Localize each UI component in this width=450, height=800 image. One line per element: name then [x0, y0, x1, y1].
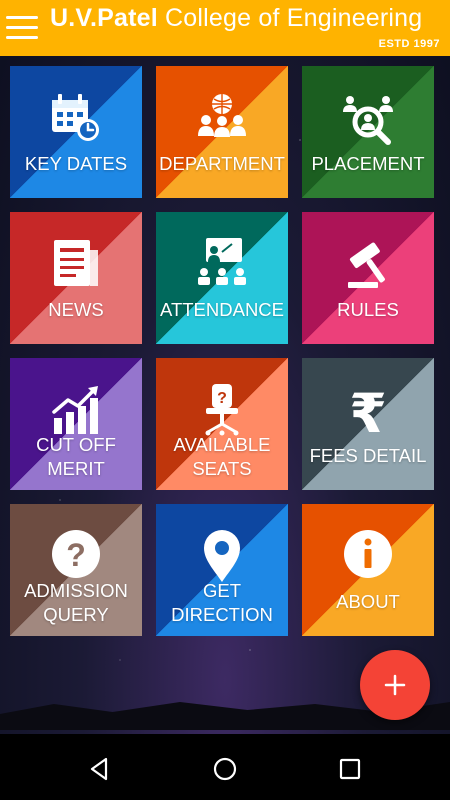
tile-label: PLACEMENT [311, 153, 425, 174]
tile-about[interactable]: ABOUT [302, 504, 434, 636]
app-subtitle: ESTD 1997 [378, 38, 440, 50]
app-screen: U.V.Patel College of Engineering ESTD 19… [0, 0, 450, 800]
app-title-bold: U.V.Patel [50, 4, 158, 32]
svg-text:?: ? [217, 390, 227, 407]
menu-icon[interactable] [6, 12, 40, 44]
tile-label: DEPARTMENT [159, 153, 285, 174]
tile-label-line1: GET [202, 580, 242, 601]
tile-label: ATTENDANCE [159, 299, 285, 320]
info-icon [344, 530, 392, 578]
tile-label-line2: DIRECTION [171, 604, 273, 625]
tile-label: ABOUT [336, 591, 400, 612]
calendar-clock-icon [52, 94, 99, 141]
tile-key-dates[interactable]: KEY DATES [10, 66, 142, 198]
tile-label: RULES [337, 299, 399, 320]
tile-attendance[interactable]: ATTENDANCE [156, 212, 288, 344]
tile-department[interactable]: DEPARTMENT [156, 66, 288, 198]
tile-label-line1: ADMISSION [24, 580, 128, 601]
rupee-icon: ₹ [349, 382, 387, 438]
tile-label-line1: AVAILABLE [173, 434, 271, 455]
tile-news[interactable]: NEWS [10, 212, 142, 344]
classroom-icon [198, 238, 246, 285]
tile-label: KEY DATES [24, 153, 128, 174]
svg-text:?: ? [66, 537, 86, 573]
app-title: U.V.Patel College of Engineering [50, 4, 422, 33]
app-bar: U.V.Patel College of Engineering ESTD 19… [0, 0, 450, 56]
tile-available-seats[interactable]: ? AVAILABLE SEATS [156, 358, 288, 490]
tile-label-line2: MERIT [47, 458, 105, 479]
system-nav-bar [0, 734, 450, 800]
tile-rules[interactable]: RULES [302, 212, 434, 344]
location-pin-icon [204, 530, 240, 582]
home-icon[interactable] [210, 754, 240, 784]
newspaper-icon [54, 240, 98, 286]
tile-label-line2: SEATS [192, 458, 252, 479]
chair-icon: ? [205, 384, 239, 436]
svg-text:₹: ₹ [349, 382, 387, 438]
menu-grid: KEY DATES DEPARTMENT PLACEMENT NEWS ATTE… [10, 66, 434, 636]
tile-get-direction[interactable]: GET DIRECTION [156, 504, 288, 636]
tile-placement[interactable]: PLACEMENT [302, 66, 434, 198]
department-people-icon [198, 94, 246, 137]
back-icon[interactable] [84, 754, 114, 784]
tile-label: FEES DETAIL [309, 445, 427, 466]
tile-label-line2: QUERY [43, 604, 109, 625]
placement-search-icon [343, 96, 393, 145]
recents-icon[interactable] [335, 754, 365, 784]
question-icon: ? [52, 530, 100, 578]
plus-icon [384, 674, 406, 696]
tile-label-line1: CUT OFF [36, 434, 116, 455]
gavel-icon [348, 242, 385, 288]
add-fab-button[interactable] [360, 650, 430, 720]
tile-admission-query[interactable]: ? ADMISSION QUERY [10, 504, 142, 636]
tile-label: NEWS [48, 299, 104, 320]
app-title-rest: College of Engineering [157, 4, 423, 32]
chart-up-icon [52, 386, 98, 434]
tile-cut-off-merit[interactable]: CUT OFF MERIT [10, 358, 142, 490]
tile-fees-detail[interactable]: ₹ FEES DETAIL [302, 358, 434, 490]
